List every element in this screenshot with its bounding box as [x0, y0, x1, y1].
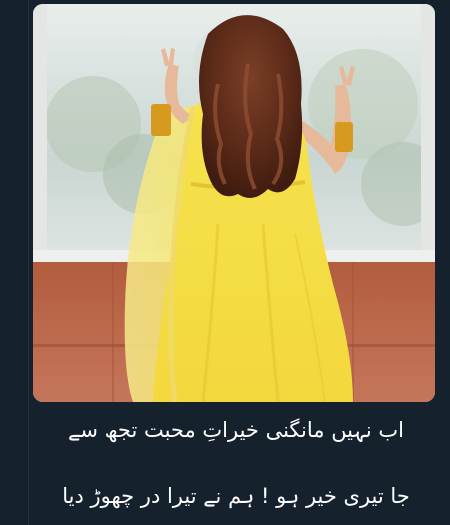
left-rail	[0, 0, 28, 525]
post-image-illustration	[33, 4, 435, 402]
post-card: اب نہیں مانگنی خیراتِ محبت تجھ سے جا تیر…	[28, 0, 443, 525]
caption-line-2: جا تیری خیر ہو ! ہم نے تیرا در چھوڑ دیا	[62, 484, 410, 508]
post-image[interactable]	[33, 4, 435, 402]
caption-line-1: اب نہیں مانگنی خیراتِ محبت تجھ سے	[68, 418, 404, 442]
